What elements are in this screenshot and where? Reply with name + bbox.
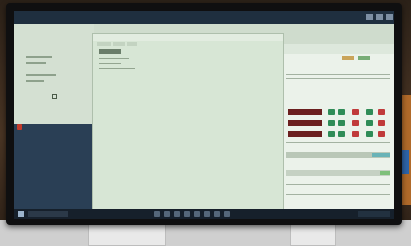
status-cell[interactable] <box>352 109 359 115</box>
taskbar-app-icon[interactable] <box>204 211 210 217</box>
row-label-block <box>288 120 322 126</box>
content-line <box>99 58 129 59</box>
taskbar-app-icon[interactable] <box>224 211 230 217</box>
center-window-titlebar <box>93 34 283 41</box>
panel-text-line <box>26 62 46 64</box>
status-cell[interactable] <box>338 120 345 126</box>
desk-box <box>290 222 336 246</box>
panel-text-line <box>26 74 56 76</box>
tab[interactable] <box>127 42 137 46</box>
search-icon[interactable] <box>28 211 68 217</box>
content-line <box>99 68 135 69</box>
minimize-button[interactable] <box>366 14 373 20</box>
divider <box>286 184 390 185</box>
status-cell[interactable] <box>378 109 385 115</box>
tab[interactable] <box>113 42 125 46</box>
divider <box>286 78 390 79</box>
divider <box>286 194 390 195</box>
divider <box>286 74 390 75</box>
taskbar-app-icon[interactable] <box>164 211 170 217</box>
tab[interactable] <box>97 42 111 46</box>
close-button[interactable] <box>386 14 393 20</box>
left-app-panel <box>14 24 94 219</box>
panel-text-line <box>26 56 52 58</box>
right-window <box>284 44 394 219</box>
progress-row <box>286 152 390 158</box>
row-label-block <box>288 131 322 137</box>
panel-icon[interactable] <box>52 94 57 99</box>
content-line <box>99 63 121 64</box>
taskbar-app-icon[interactable] <box>214 211 220 217</box>
taskbar-app-icon[interactable] <box>174 211 180 217</box>
taskbar-app-icon[interactable] <box>184 211 190 217</box>
list-item[interactable] <box>288 119 392 127</box>
progress-row <box>286 170 390 176</box>
status-cell[interactable] <box>378 131 385 137</box>
status-cell[interactable] <box>378 120 385 126</box>
left-panel-footer <box>14 124 94 219</box>
monitor <box>6 3 402 225</box>
status-cell[interactable] <box>328 120 335 126</box>
taskbar-app-icon[interactable] <box>154 211 160 217</box>
center-window <box>92 33 284 219</box>
windows-start-icon[interactable] <box>18 211 24 217</box>
desktop-top-bar <box>14 11 394 24</box>
maximize-button[interactable] <box>376 14 383 20</box>
status-cell[interactable] <box>338 109 345 115</box>
action-button-orange[interactable] <box>342 56 354 60</box>
taskbar-app-icon[interactable] <box>194 211 200 217</box>
list-item[interactable] <box>288 130 392 138</box>
row-label-block <box>288 109 322 115</box>
taskbar <box>14 209 394 219</box>
progress-fill <box>380 171 390 175</box>
list-item[interactable] <box>288 108 392 116</box>
status-cell[interactable] <box>352 131 359 137</box>
status-cell[interactable] <box>366 109 373 115</box>
right-window-header <box>284 44 394 54</box>
progress-fill <box>372 153 390 157</box>
status-cell[interactable] <box>338 131 345 137</box>
divider <box>286 142 390 143</box>
status-cell[interactable] <box>352 120 359 126</box>
center-window-header-badge <box>99 49 121 54</box>
status-cell[interactable] <box>328 131 335 137</box>
brand-logo-icon <box>17 124 22 130</box>
status-cell[interactable] <box>366 120 373 126</box>
status-cell[interactable] <box>366 131 373 137</box>
desk-papers <box>88 224 166 246</box>
action-button-green[interactable] <box>358 56 370 60</box>
status-cell[interactable] <box>328 109 335 115</box>
panel-text-line <box>26 80 44 82</box>
system-tray-icon[interactable] <box>358 211 390 217</box>
monitor-screen <box>14 11 394 219</box>
